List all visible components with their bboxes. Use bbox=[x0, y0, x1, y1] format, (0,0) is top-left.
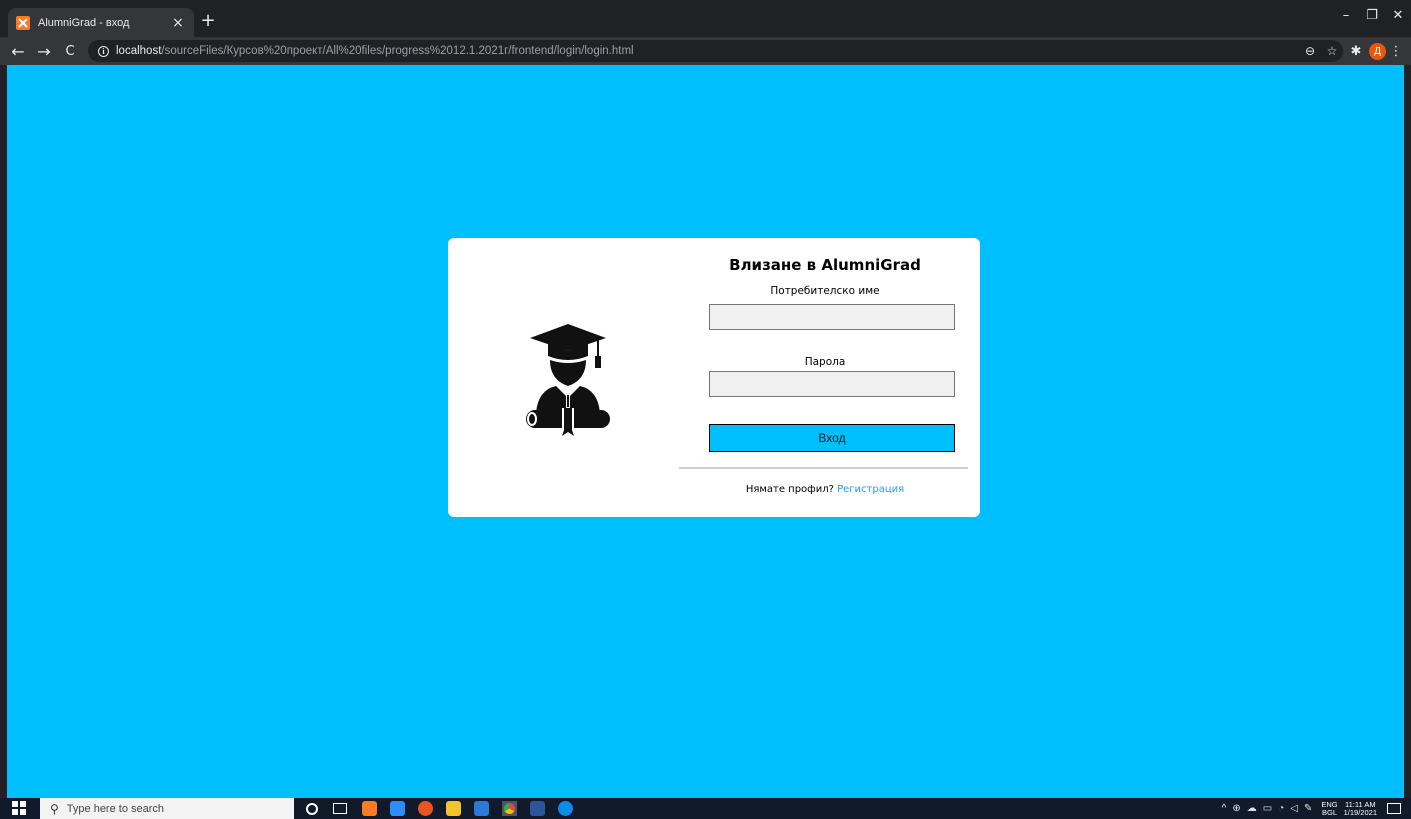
password-label: Парола bbox=[804, 356, 846, 368]
xampp-icon[interactable] bbox=[362, 801, 377, 816]
browser-window: AlumniGrad - вход × + – ❐ ✕ ← → C i loca… bbox=[0, 0, 1411, 798]
search-placeholder: Type here to search bbox=[66, 802, 165, 815]
wifi-icon[interactable]: ◔ bbox=[1278, 803, 1284, 814]
address-bar[interactable]: i localhost /sourceFiles/Курсов%20проект… bbox=[88, 40, 1343, 62]
url-path: /sourceFiles/Курсов%20проект/All%20files… bbox=[161, 45, 634, 57]
login-form: Влизане в AlumniGrad Потребителско име П… bbox=[679, 238, 971, 517]
login-card: Влизане в AlumniGrad Потребителско име П… bbox=[448, 238, 980, 517]
tray-chevron-icon[interactable]: ^ bbox=[1222, 803, 1227, 814]
clock[interactable]: 11:11 AM 1/19/2021 bbox=[1343, 800, 1377, 817]
ubuntu-icon[interactable] bbox=[418, 801, 433, 816]
cortana-icon[interactable] bbox=[306, 803, 318, 815]
graduate-icon bbox=[526, 324, 610, 436]
task-view-icon[interactable] bbox=[333, 803, 347, 814]
search-icon: ⚲ bbox=[50, 801, 59, 816]
register-prompt: Нямате профил? Регистрация bbox=[679, 484, 971, 495]
site-info-icon[interactable]: i bbox=[98, 45, 109, 57]
chrome-active-icon[interactable] bbox=[502, 801, 517, 816]
username-input[interactable] bbox=[709, 304, 955, 330]
reload-button[interactable]: C bbox=[60, 41, 80, 61]
tab-alumnigrad[interactable]: AlumniGrad - вход × bbox=[8, 8, 194, 37]
no-account-text: Нямате профил? bbox=[745, 484, 834, 495]
edge-icon[interactable] bbox=[558, 801, 573, 816]
file-explorer-icon[interactable] bbox=[446, 801, 461, 816]
zoom-app-icon[interactable] bbox=[390, 801, 405, 816]
language-indicator[interactable]: ENG BGL bbox=[1321, 800, 1337, 817]
windows-taskbar: ⚲ Type here to search ^ ⊕ ☁ ▭ ◔ ◁ ✎ ENG … bbox=[0, 798, 1411, 819]
divider bbox=[679, 467, 968, 469]
restore-button[interactable]: ❐ bbox=[1359, 0, 1385, 30]
zoom-icon[interactable]: ⊖ bbox=[1299, 44, 1321, 58]
omnibox-actions: ⊖ ☆ bbox=[1299, 40, 1343, 62]
url-host: localhost bbox=[116, 45, 162, 57]
browser-toolbar: ← → C i localhost /sourceFiles/Курсов%20… bbox=[0, 37, 1411, 65]
browser-menu-icon[interactable]: ⋮ bbox=[1389, 44, 1403, 59]
tray-app-icon[interactable]: ⊕ bbox=[1232, 803, 1240, 814]
password-input[interactable] bbox=[709, 371, 955, 397]
tab-strip: AlumniGrad - вход × + – ❐ ✕ bbox=[0, 0, 1411, 37]
word-icon[interactable] bbox=[530, 801, 545, 816]
windows-start-icon[interactable] bbox=[12, 801, 26, 815]
notifications-icon[interactable] bbox=[1387, 803, 1401, 814]
login-title: Влизане в AlumniGrad bbox=[729, 256, 921, 274]
new-tab-button[interactable]: + bbox=[199, 12, 217, 30]
language-bottom: BGL bbox=[1321, 807, 1337, 817]
register-link[interactable]: Регистрация bbox=[837, 484, 904, 495]
volume-icon[interactable]: ◁ bbox=[1290, 803, 1298, 814]
back-button[interactable]: ← bbox=[8, 41, 28, 61]
xampp-favicon-icon bbox=[16, 15, 30, 30]
login-button[interactable]: Вход bbox=[709, 424, 955, 452]
minimize-button[interactable]: – bbox=[1333, 0, 1359, 30]
tab-title: AlumniGrad - вход bbox=[38, 16, 130, 29]
tab-close-icon[interactable]: × bbox=[170, 15, 186, 31]
onedrive-icon[interactable]: ☁ bbox=[1247, 803, 1257, 814]
forward-button[interactable]: → bbox=[34, 41, 54, 61]
taskbar-search[interactable]: ⚲ Type here to search bbox=[40, 798, 294, 819]
extensions-puzzle-icon[interactable]: ✱ bbox=[1346, 44, 1366, 59]
close-window-button[interactable]: ✕ bbox=[1385, 0, 1411, 30]
system-tray: ^ ⊕ ☁ ▭ ◔ ◁ ✎ ENG BGL 11:11 AM 1/19/2021 bbox=[1219, 798, 1411, 819]
window-controls: – ❐ ✕ bbox=[1333, 0, 1411, 30]
clock-date: 1/19/2021 bbox=[1343, 807, 1377, 817]
profile-avatar[interactable]: Д bbox=[1369, 42, 1386, 60]
pen-icon[interactable]: ✎ bbox=[1304, 803, 1312, 814]
battery-icon[interactable]: ▭ bbox=[1263, 803, 1272, 814]
bookmark-star-icon[interactable]: ☆ bbox=[1321, 44, 1343, 58]
store-icon[interactable] bbox=[474, 801, 489, 816]
username-label: Потребителско име bbox=[770, 285, 880, 297]
extensions-area: ✱ Д ⋮ bbox=[1346, 41, 1403, 61]
page-background: Влизане в AlumniGrad Потребителско име П… bbox=[7, 65, 1404, 798]
